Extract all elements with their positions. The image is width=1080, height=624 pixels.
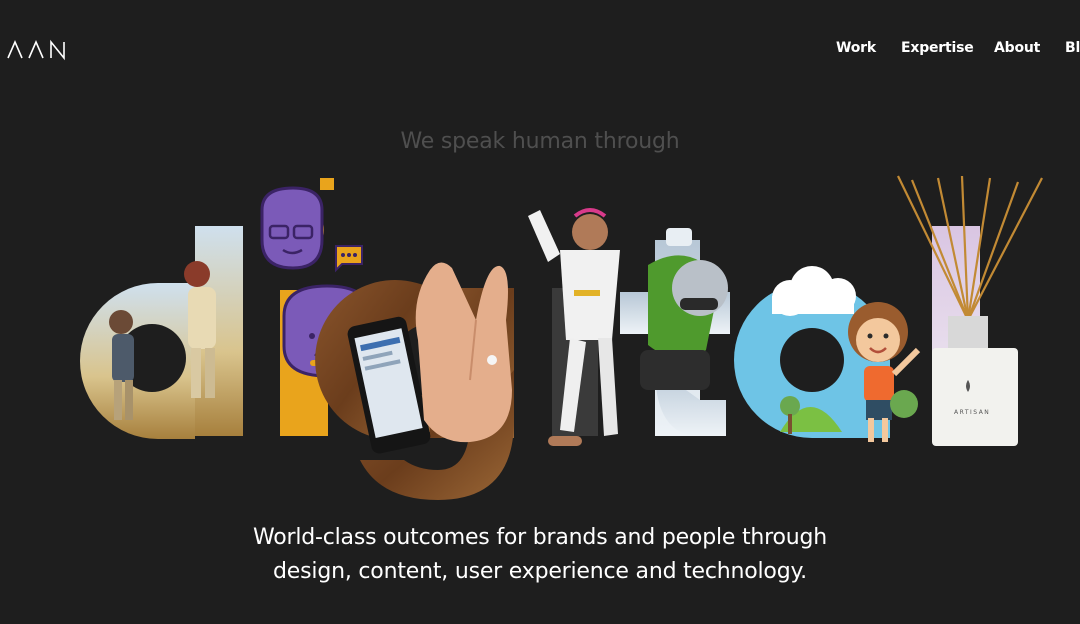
letter-t xyxy=(620,228,730,436)
hero-kicker: We speak human through xyxy=(400,129,680,154)
letter-i-karate xyxy=(528,208,620,446)
tagline-line-2: design, content, user experience and tec… xyxy=(273,559,807,584)
tagline-line-1: World-class outcomes for brands and peop… xyxy=(252,525,828,550)
aan-logo[interactable] xyxy=(7,38,67,62)
page: Work Expertise About Blo We speak human … xyxy=(0,0,1080,624)
letter-l xyxy=(897,175,1043,446)
nav-about[interactable]: About xyxy=(994,40,1040,56)
hero-digital-illustration: ARTISAN xyxy=(80,175,1043,500)
letter-a xyxy=(734,266,921,442)
product-label: ARTISAN xyxy=(954,409,990,416)
nav-work[interactable]: Work xyxy=(836,40,876,56)
nav-blog[interactable]: Blo xyxy=(1065,40,1080,56)
nav-expertise[interactable]: Expertise xyxy=(901,40,974,56)
hero-tagline: World-class outcomes for brands and peop… xyxy=(0,521,1080,589)
letter-d xyxy=(80,226,243,439)
letter-g xyxy=(315,262,514,500)
